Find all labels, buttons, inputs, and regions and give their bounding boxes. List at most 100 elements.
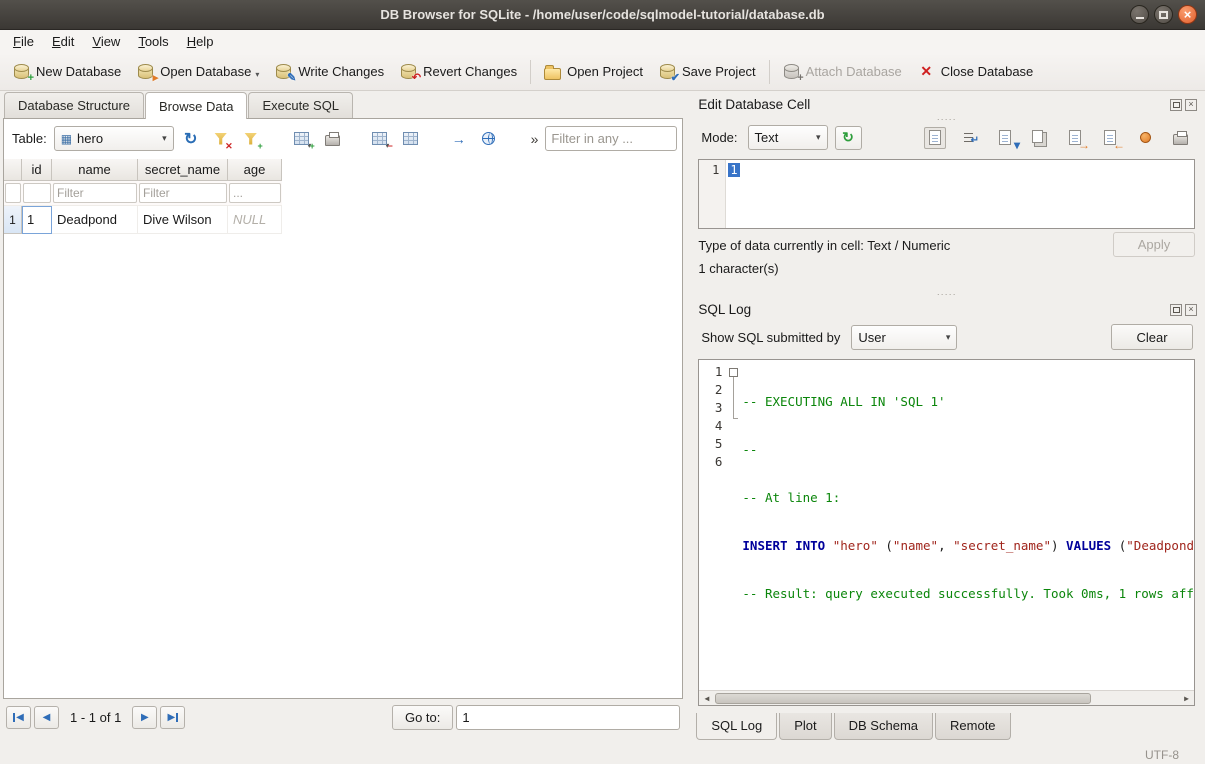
revert-changes-icon: ↶ [400,64,417,80]
tab-db-schema[interactable]: DB Schema [834,713,933,740]
cell-name[interactable]: Deadpond [52,206,138,234]
jump-to-cell-button[interactable]: → [446,127,472,151]
column-header-age[interactable]: age [228,159,282,181]
corner-filter-box [5,183,21,203]
close-dock-icon[interactable]: × [1185,99,1197,111]
cell-editor[interactable]: 1 1 [698,159,1195,229]
tab-plot[interactable]: Plot [779,713,831,740]
text-mode-button[interactable] [924,127,946,149]
column-header-secret-name[interactable]: secret_name [138,159,228,181]
scrollbar-thumb[interactable] [715,693,1091,704]
log-filter-combobox[interactable]: User ▾ [851,325,957,350]
printer-icon [1173,134,1188,145]
clear-filters-button[interactable]: ✕ [208,127,234,151]
revert-changes-button[interactable]: ↶ Revert Changes [392,59,525,85]
tab-remote[interactable]: Remote [935,713,1011,740]
menu-file[interactable]: File [4,32,43,51]
goto-input[interactable] [456,705,680,730]
tab-database-structure[interactable]: Database Structure [4,92,144,118]
record-range-label: 1 - 1 of 1 [62,710,129,725]
set-null-button[interactable] [1134,127,1156,149]
grid-header: id name secret_name age [4,159,682,181]
encoding-label: UTF-8 [1145,748,1179,762]
cell-secret-name[interactable]: Dive Wilson [138,206,228,234]
toolbar-overflow-icon[interactable]: » [528,131,542,147]
copy-cell-button[interactable] [1029,127,1051,149]
menu-view[interactable]: View [83,32,129,51]
filter-input-id[interactable] [23,183,51,203]
dock-resize-handle[interactable]: ····· [696,114,1197,123]
filter-input-name[interactable] [53,183,137,203]
tab-execute-sql[interactable]: Execute SQL [248,92,353,118]
tab-sql-log[interactable]: SQL Log [696,713,777,740]
filter-input-secret-name[interactable] [139,183,227,203]
column-header-name[interactable]: name [52,159,138,181]
first-record-button[interactable]: ◀ [6,706,31,729]
chevron-down-icon: ▾ [946,332,951,343]
import-from-file-button[interactable]: ← [1099,127,1121,149]
cell-age[interactable]: NULL [228,206,282,234]
open-file-button[interactable]: ▾ [994,127,1016,149]
print-cell-button[interactable] [1169,127,1191,149]
table-icon: ▦ [61,132,72,146]
insert-record-button[interactable]: +▾ [290,127,316,151]
scroll-left-icon[interactable]: ◀ [699,691,714,705]
cell-id[interactable]: 1 [22,206,52,234]
open-external-button[interactable] [476,127,502,151]
menu-tools[interactable]: Tools [129,32,177,51]
close-dock-icon[interactable]: × [1185,304,1197,316]
mode-combobox[interactable]: Text ▾ [748,125,828,150]
delete-record-button[interactable]: −▾ [368,127,394,151]
main-toolbar: + New Database ▸ Open Database ▾ ✎ Write… [0,53,1205,91]
open-project-label: Open Project [567,64,643,79]
minimize-button[interactable] [1130,5,1149,24]
export-to-file-button[interactable]: → [1064,127,1086,149]
write-changes-button[interactable]: ✎ Write Changes [267,59,392,85]
clear-log-button[interactable]: Clear [1111,324,1193,350]
menu-edit[interactable]: Edit [43,32,83,51]
table-combobox[interactable]: ▦ hero ▾ [54,126,174,151]
goto-button[interactable]: Go to: [392,705,453,730]
tab-browse-data[interactable]: Browse Data [145,92,247,119]
menu-help[interactable]: Help [178,32,223,51]
float-dock-icon[interactable] [1170,99,1182,111]
word-wrap-button[interactable]: ↵ [959,127,981,149]
filter-input-age[interactable] [229,183,281,203]
fold-column [727,360,742,705]
new-database-button[interactable]: + New Database [5,59,129,85]
mode-label: Mode: [698,130,740,145]
close-database-button[interactable]: ✕ Close Database [910,58,1042,85]
next-record-button[interactable]: ▶ [132,706,157,729]
last-record-button[interactable]: ▶ [160,706,185,729]
open-database-button[interactable]: ▸ Open Database ▾ [129,59,267,85]
editor-line-number: 1 [699,160,726,228]
open-database-dropdown-icon[interactable]: ▾ [255,70,259,79]
open-project-button[interactable]: Open Project [536,59,651,85]
previous-record-button[interactable]: ◀ [34,706,59,729]
duplicate-record-button[interactable] [398,127,424,151]
editor-content[interactable]: 1 [726,160,741,228]
corner-header[interactable] [4,159,22,181]
fold-marker-icon[interactable] [729,368,738,377]
save-project-button[interactable]: ✔ Save Project [651,59,764,85]
chevron-down-icon: ▾ [162,133,167,144]
filter-any-input[interactable] [545,126,677,151]
maximize-button[interactable] [1154,5,1173,24]
column-header-id[interactable]: id [22,159,52,181]
titlebar[interactable]: DB Browser for SQLite - /home/user/code/… [0,0,1205,30]
row-header[interactable]: 1 [4,206,22,234]
horizontal-scrollbar[interactable]: ◀ ▶ [699,690,1194,705]
close-window-button[interactable]: × [1178,5,1197,24]
refresh-button[interactable]: ↻ [178,127,204,151]
scroll-right-icon[interactable]: ▶ [1179,691,1194,705]
dock-resize-handle[interactable]: ····· [696,289,1197,298]
print-table-button[interactable] [320,127,346,151]
right-pane: Edit Database Cell × ····· Mode: Text ▾ … [686,91,1205,745]
save-filter-button[interactable]: + [238,127,264,151]
sql-log-title: SQL Log [698,302,751,317]
jump-icon: → [452,131,466,147]
auto-detect-mode-button[interactable]: ↻ [835,126,862,150]
float-dock-icon[interactable] [1170,304,1182,316]
first-record-icon: ◀ [16,712,24,723]
sql-log-view[interactable]: 1 2 3 4 5 6 -- EXECUTING ALL IN 'SQL 1' … [698,359,1195,706]
